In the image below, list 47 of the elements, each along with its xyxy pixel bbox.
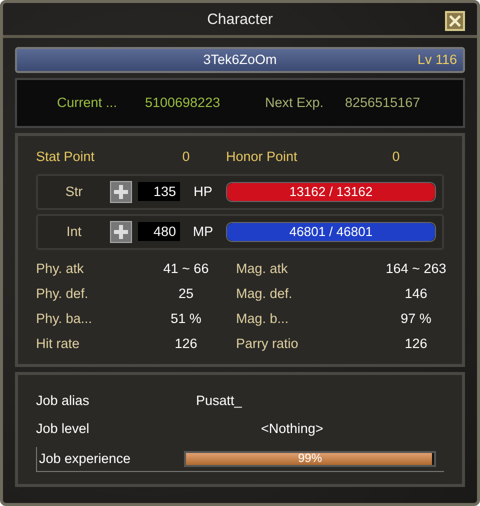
attribute-value: 126 <box>404 334 428 353</box>
job-level-label: Job level <box>36 421 90 436</box>
attribute-label: Mag. def. <box>236 284 294 303</box>
job-alias-value: Pusatt_ <box>196 393 242 408</box>
close-button[interactable] <box>445 11 465 31</box>
current-exp-label: Current ... <box>57 95 118 110</box>
bar-label: HP <box>192 184 214 200</box>
stat-label: Int <box>65 224 82 240</box>
add-stat-button[interactable] <box>110 180 132 203</box>
point-label: Honor Point <box>226 149 298 164</box>
job-level-value: <Nothing> <box>261 421 324 436</box>
next-exp-value: 8256515167 <box>345 95 420 110</box>
attribute-label: Parry ratio <box>236 334 300 353</box>
stat-label: Str <box>64 184 84 200</box>
job-experience-label: Job experience <box>38 451 132 466</box>
character-name: 3Tek6ZoOm <box>203 52 277 68</box>
add-stat-button[interactable] <box>110 220 132 243</box>
attribute-label: Hit rate <box>36 334 81 353</box>
character-level: Lv 116 <box>417 52 457 68</box>
plus-icon <box>114 224 128 239</box>
attribute-value: 41 ~ 66 <box>162 260 210 278</box>
attribute-value: 146 <box>404 284 428 303</box>
attribute-value: 51 % <box>170 310 202 328</box>
point-label: Stat Point <box>36 149 96 164</box>
bar-label: MP <box>192 224 214 240</box>
current-exp-value: 5100698223 <box>145 95 222 110</box>
stat-value: 135 <box>138 182 180 202</box>
job-alias-label: Job alias <box>36 393 90 408</box>
gauge-text: 13162 / 13162 <box>288 183 374 201</box>
close-icon <box>449 15 461 27</box>
attribute-label: Phy. atk <box>36 260 85 278</box>
gauge-text: 46801 / 46801 <box>288 223 374 241</box>
point-value: 0 <box>181 149 191 164</box>
attribute-value: 97 % <box>400 310 432 328</box>
window-title: Character <box>207 10 273 28</box>
attribute-label: Mag. atk <box>236 260 289 278</box>
attribute-label: Phy. def. <box>36 284 90 303</box>
attribute-label: Phy. ba... <box>36 310 94 328</box>
job-experience-text: 99% <box>296 450 324 465</box>
attribute-value: 164 ~ 263 <box>384 260 448 278</box>
stat-value: 480 <box>138 222 180 242</box>
plus-icon <box>114 184 128 199</box>
attribute-value: 126 <box>174 334 198 353</box>
point-value: 0 <box>391 149 401 164</box>
next-exp-label: Next Exp. <box>265 95 325 110</box>
attribute-label: Mag. b... <box>236 310 290 328</box>
attribute-value: 25 <box>177 284 195 303</box>
